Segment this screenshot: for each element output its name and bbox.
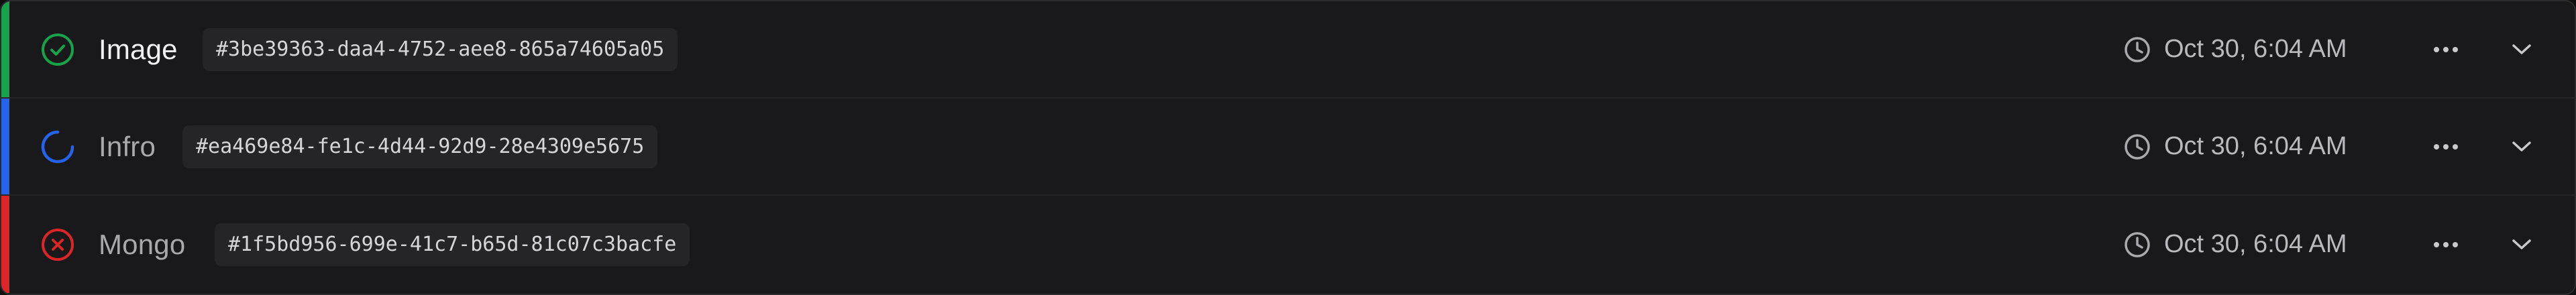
run-time-text: Oct 30, 6:04 AM (2164, 35, 2347, 63)
run-timestamp: Oct 30, 6:04 AM (2123, 230, 2347, 259)
expand-row-button[interactable] (2502, 30, 2542, 70)
more-icon (2434, 143, 2458, 150)
run-id-badge: #1f5bd956-699e-41c7-b65d-81c07c3bacfe (215, 223, 690, 266)
run-list-panel: Image #3be39363-daa4-4752-aee8-865a74605… (0, 0, 2576, 295)
clock-icon (2123, 132, 2152, 162)
x-circle-icon (40, 227, 76, 263)
run-name: Mongo (99, 228, 186, 260)
chevron-down-icon (2512, 44, 2531, 54)
run-timestamp: Oct 30, 6:04 AM (2123, 132, 2347, 162)
spinner-icon (40, 129, 76, 165)
clock-icon (2123, 230, 2152, 259)
more-icon (2434, 241, 2458, 247)
run-id-badge: #ea469e84-fe1c-4d44-92d9-28e4309e5675 (182, 125, 658, 168)
run-time-text: Oct 30, 6:04 AM (2164, 230, 2347, 258)
more-icon (2434, 46, 2458, 52)
run-row-infro[interactable]: Infro #ea469e84-fe1c-4d44-92d9-28e4309e5… (1, 99, 2575, 196)
expand-row-button[interactable] (2502, 225, 2542, 265)
run-name: Image (99, 33, 178, 65)
status-accent-bar (1, 1, 9, 97)
clock-icon (2123, 35, 2152, 64)
chevron-down-icon (2512, 239, 2531, 249)
run-id-badge: #3be39363-daa4-4752-aee8-865a74605a05 (203, 27, 678, 71)
check-circle-icon (40, 32, 76, 68)
chevron-down-icon (2512, 141, 2531, 152)
run-name: Infro (99, 130, 156, 162)
expand-row-button[interactable] (2502, 127, 2542, 167)
status-accent-bar (1, 99, 9, 194)
run-row-mongo[interactable]: Mongo #1f5bd956-699e-41c7-b65d-81c07c3ba… (1, 196, 2575, 293)
more-actions-button[interactable] (2426, 225, 2466, 265)
status-accent-bar (1, 196, 9, 293)
run-row-image[interactable]: Image #3be39363-daa4-4752-aee8-865a74605… (1, 1, 2575, 99)
run-time-text: Oct 30, 6:04 AM (2164, 132, 2347, 160)
more-actions-button[interactable] (2426, 30, 2466, 70)
run-timestamp: Oct 30, 6:04 AM (2123, 35, 2347, 64)
more-actions-button[interactable] (2426, 127, 2466, 167)
